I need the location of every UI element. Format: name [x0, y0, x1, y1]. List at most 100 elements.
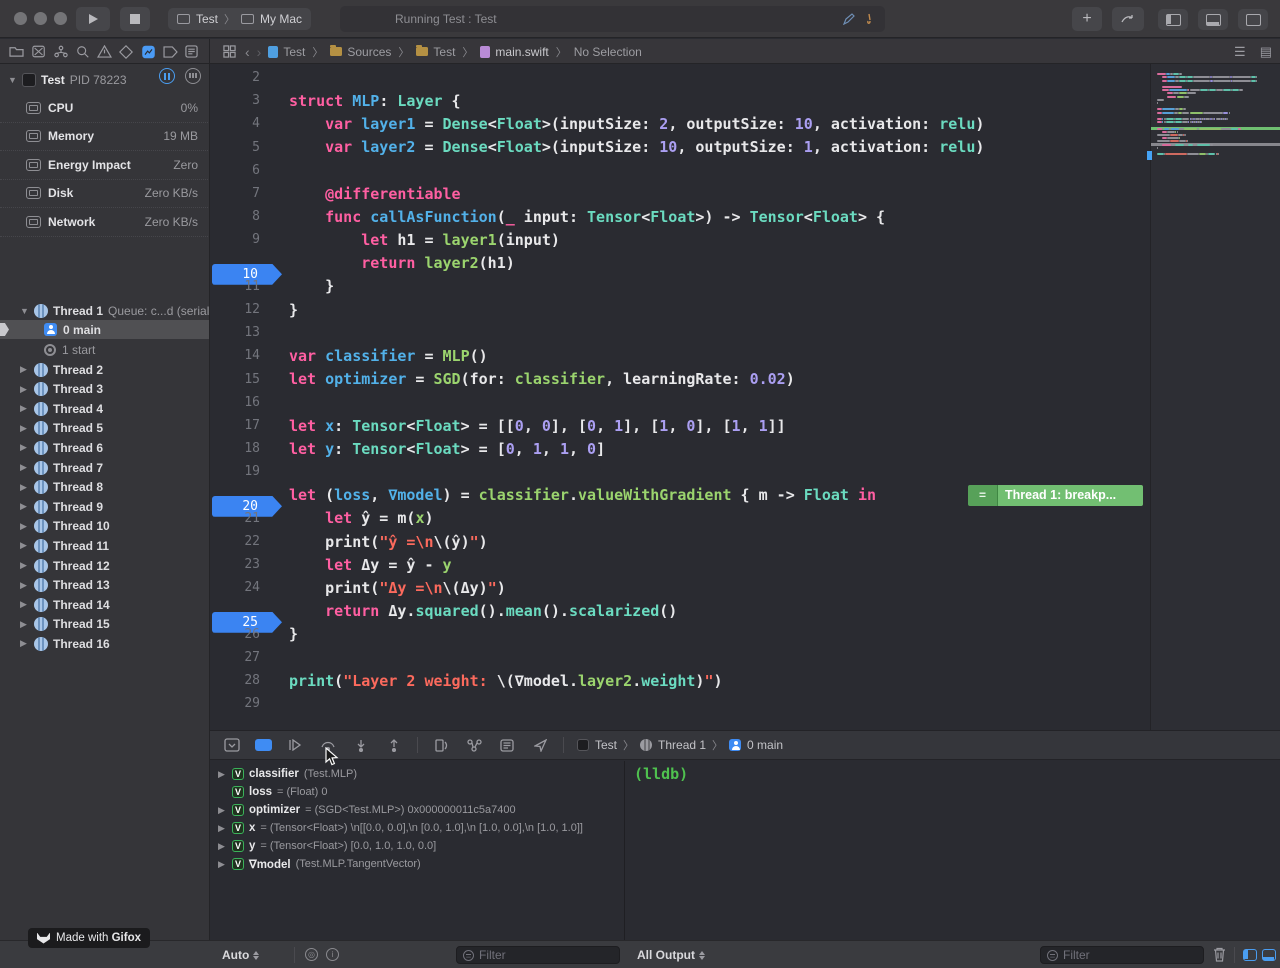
- breadcrumb-test-folder[interactable]: Test: [416, 45, 455, 59]
- thread-row-thread-3[interactable]: ▶ Thread 3: [0, 380, 210, 399]
- console-filter-input[interactable]: Filter: [1040, 946, 1204, 964]
- stack-frame-0-main[interactable]: 0 main: [0, 320, 210, 339]
- disclosure-triangle-icon[interactable]: ▶: [218, 841, 227, 852]
- line-number-gutter[interactable]: 18: [210, 441, 262, 456]
- info-icon[interactable]: i: [326, 948, 339, 961]
- code-line-11[interactable]: 11 }: [210, 275, 1150, 298]
- thread-row-thread-4[interactable]: ▶ Thread 4: [0, 399, 210, 418]
- find-navigator-icon[interactable]: [74, 43, 92, 61]
- line-number-gutter[interactable]: 12: [210, 302, 262, 317]
- variable-row-6[interactable]: ▶ V ∇model (Test.MLP.TangentVector): [210, 855, 625, 873]
- issue-navigator-icon[interactable]: [95, 43, 113, 61]
- line-number-gutter[interactable]: 15: [210, 372, 262, 387]
- line-number-gutter[interactable]: 9: [210, 232, 262, 247]
- disclosure-triangle-icon[interactable]: ▶: [20, 482, 29, 493]
- crumb-frame[interactable]: 0 main: [747, 738, 783, 752]
- line-number-gutter[interactable]: 19: [210, 464, 262, 479]
- breadcrumb-sources[interactable]: Sources: [330, 45, 391, 59]
- variable-row-4[interactable]: ▶ V x = (Tensor<Float>) \n[[0.0, 0.0],\n…: [210, 819, 625, 837]
- breakpoint-navigator-icon[interactable]: [161, 43, 179, 61]
- memory-gauge-icon[interactable]: [185, 68, 201, 84]
- environment-overrides-button[interactable]: [497, 736, 517, 754]
- code-line-20[interactable]: 20let (loss, ∇model) = classifier.valueW…: [210, 484, 1150, 507]
- disclosure-triangle-icon[interactable]: ▶: [218, 769, 227, 780]
- zoom-window-button[interactable]: [54, 12, 67, 25]
- toggle-debug-area-button[interactable]: [1198, 9, 1228, 30]
- disclosure-triangle-icon[interactable]: ▶: [20, 580, 29, 591]
- console-output-selector[interactable]: All Output: [637, 948, 705, 962]
- line-number-gutter[interactable]: 8: [210, 209, 262, 224]
- line-number-gutter[interactable]: 4: [210, 116, 262, 131]
- code-line-12[interactable]: 12}: [210, 298, 1150, 321]
- line-number-gutter[interactable]: 23: [210, 557, 262, 572]
- disclosure-triangle-icon[interactable]: ▶: [218, 823, 227, 834]
- gauge-row-memory[interactable]: Memory 19 MB: [0, 123, 210, 152]
- line-number-gutter[interactable]: 17: [210, 418, 262, 433]
- thread-row-thread-11[interactable]: ▶ Thread 11: [0, 536, 210, 555]
- debug-memory-graph-button[interactable]: [464, 736, 484, 754]
- line-number-gutter[interactable]: 2: [210, 70, 262, 85]
- code-line-27[interactable]: 27: [210, 646, 1150, 669]
- thread-row-thread-16[interactable]: ▶ Thread 16: [0, 634, 210, 653]
- disclosure-triangle-icon[interactable]: ▶: [20, 501, 29, 512]
- code-line-10[interactable]: 10 return layer2(h1): [210, 252, 1150, 275]
- code-line-5[interactable]: 5 var layer2 = Dense<Float>(inputSize: 1…: [210, 136, 1150, 159]
- disclosure-triangle-icon[interactable]: ▶: [20, 599, 29, 610]
- thread-row-thread-6[interactable]: ▶ Thread 6: [0, 438, 210, 457]
- simulate-location-button[interactable]: [530, 736, 550, 754]
- code-line-23[interactable]: 23 let Δy = ŷ - y: [210, 553, 1150, 576]
- breakpoint-annotation[interactable]: =Thread 1: breakp...: [968, 485, 1143, 506]
- code-line-29[interactable]: 29: [210, 692, 1150, 715]
- code-line-17[interactable]: 17let x: Tensor<Float> = [[0, 0], [0, 1]…: [210, 414, 1150, 437]
- gauge-row-energy-impact[interactable]: Energy Impact Zero: [0, 151, 210, 180]
- source-control-navigator-icon[interactable]: [30, 43, 48, 61]
- scheme-selector[interactable]: Test 〉 My Mac: [168, 8, 311, 30]
- disclosure-triangle-icon[interactable]: ▶: [20, 462, 29, 473]
- code-line-6[interactable]: 6: [210, 159, 1150, 182]
- gauge-row-network[interactable]: Network Zero KB/s: [0, 208, 210, 237]
- thread-row-thread-15[interactable]: ▶ Thread 15: [0, 615, 210, 634]
- disclosure-triangle-icon[interactable]: ▶: [20, 403, 29, 414]
- code-line-8[interactable]: 8 func callAsFunction(_ input: Tensor<Fl…: [210, 205, 1150, 228]
- step-into-button[interactable]: [351, 736, 371, 754]
- code-line-14[interactable]: 14var classifier = MLP(): [210, 344, 1150, 367]
- code-line-9[interactable]: 9 let h1 = layer1(input): [210, 228, 1150, 251]
- variable-row-5[interactable]: ▶ V y = (Tensor<Float>) [0.0, 1.0, 1.0, …: [210, 837, 625, 855]
- test-navigator-icon[interactable]: [117, 43, 135, 61]
- toggle-variables-view-button[interactable]: [1243, 949, 1257, 961]
- debug-view-hierarchy-button[interactable]: [431, 736, 451, 754]
- disclosure-triangle-icon[interactable]: ▼: [20, 306, 29, 316]
- minimap[interactable]: [1150, 64, 1280, 730]
- disclosure-triangle-icon[interactable]: ▶: [20, 560, 29, 571]
- variables-filter-input[interactable]: Filter: [456, 946, 620, 964]
- code-line-19[interactable]: 19: [210, 460, 1150, 483]
- minimize-window-button[interactable]: [34, 12, 47, 25]
- line-number-gutter[interactable]: 29: [210, 696, 262, 711]
- disclosure-triangle-icon[interactable]: ▶: [20, 442, 29, 453]
- disclosure-triangle-icon[interactable]: ▶: [218, 805, 227, 816]
- code-line-7[interactable]: 7 @differentiable: [210, 182, 1150, 205]
- code-line-2[interactable]: 2: [210, 66, 1150, 89]
- hide-debug-area-button[interactable]: [222, 736, 242, 754]
- crumb-thread[interactable]: Thread 1: [658, 738, 706, 752]
- breadcrumb-selection[interactable]: No Selection: [574, 45, 642, 59]
- gauge-row-disk[interactable]: Disk Zero KB/s: [0, 180, 210, 209]
- code-line-3[interactable]: 3struct MLP: Layer {: [210, 89, 1150, 112]
- breakpoints-toggle-button[interactable]: [255, 739, 272, 751]
- thread-row-thread-10[interactable]: ▶ Thread 10: [0, 517, 210, 536]
- thread-row-thread-2[interactable]: ▶ Thread 2: [0, 360, 210, 379]
- line-number-gutter[interactable]: 11: [210, 279, 262, 294]
- continue-button[interactable]: [285, 736, 305, 754]
- disclosure-triangle-icon[interactable]: ▶: [218, 859, 227, 870]
- code-line-13[interactable]: 13: [210, 321, 1150, 344]
- forward-button[interactable]: ›: [257, 44, 262, 60]
- thread-row-thread-9[interactable]: ▶ Thread 9: [0, 497, 210, 516]
- thread-row-thread-5[interactable]: ▶ Thread 5: [0, 419, 210, 438]
- line-number-gutter[interactable]: 22: [210, 534, 262, 549]
- thread-row-thread-8[interactable]: ▶ Thread 8: [0, 478, 210, 497]
- line-number-gutter[interactable]: 13: [210, 325, 262, 340]
- run-button[interactable]: [76, 7, 110, 31]
- code-line-16[interactable]: 16: [210, 391, 1150, 414]
- code-line-4[interactable]: 4 var layer1 = Dense<Float>(inputSize: 2…: [210, 112, 1150, 135]
- line-number-gutter[interactable]: 5: [210, 140, 262, 155]
